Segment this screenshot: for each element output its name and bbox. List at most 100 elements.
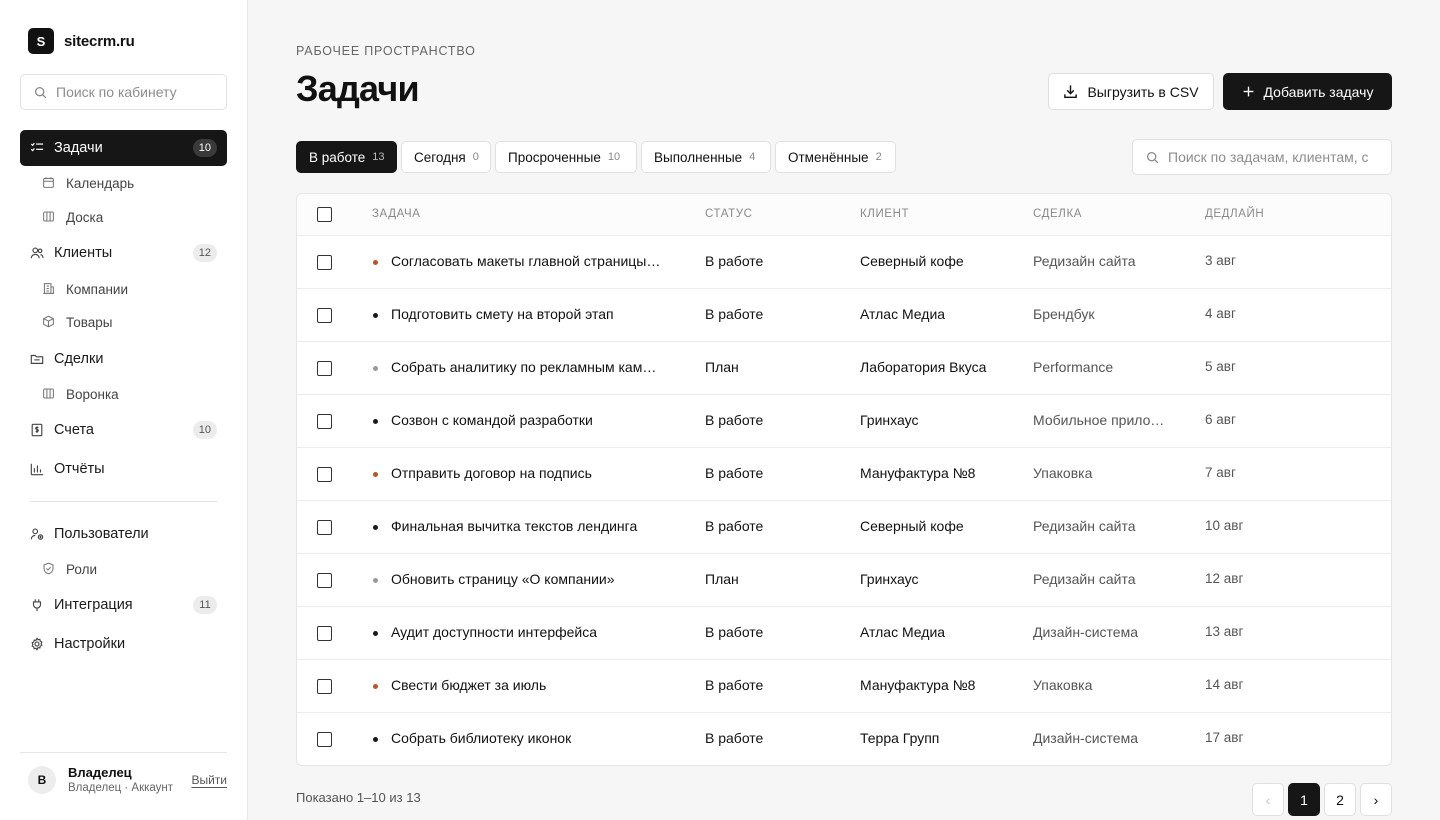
tab-completed[interactable]: Выполненные 4 bbox=[641, 141, 771, 173]
row-checkbox[interactable] bbox=[317, 255, 332, 270]
tab-today[interactable]: Сегодня 0 bbox=[401, 141, 491, 173]
sidebar-item-companies[interactable]: Компании bbox=[20, 274, 227, 304]
sidebar-item-clients[interactable]: Клиенты 12 bbox=[20, 235, 227, 271]
row-checkbox[interactable] bbox=[317, 679, 332, 694]
sidebar-search-input[interactable] bbox=[56, 84, 206, 100]
task-search-input[interactable] bbox=[1168, 149, 1368, 165]
row-checkbox[interactable] bbox=[317, 520, 332, 535]
page-button-2[interactable]: 2 bbox=[1324, 783, 1356, 816]
task-deal[interactable]: Упаковка bbox=[1033, 677, 1165, 693]
sidebar-item-label: Отчёты bbox=[54, 461, 105, 477]
row-checkbox[interactable] bbox=[317, 626, 332, 641]
task-deal[interactable]: Мобильное приложение bbox=[1033, 412, 1165, 428]
sidebar-item-products[interactable]: Товары bbox=[20, 307, 227, 337]
priority-dot bbox=[373, 366, 378, 371]
row-checkbox[interactable] bbox=[317, 732, 332, 747]
sidebar-item-board[interactable]: Доска bbox=[20, 202, 227, 232]
select-all-checkbox[interactable] bbox=[317, 207, 332, 222]
table-row[interactable]: Финальная вычитка текстов лендинга В рабо… bbox=[297, 501, 1391, 554]
table-row[interactable]: Собрать библиотеку иконок В работе Терра Г… bbox=[297, 713, 1391, 765]
task-title[interactable]: Отправить договор на подпись bbox=[391, 465, 661, 481]
task-client[interactable]: Мануфактура №8 bbox=[860, 465, 990, 481]
sidebar-item-funnel[interactable]: Воронка bbox=[20, 379, 227, 409]
next-page-button[interactable]: › bbox=[1360, 783, 1392, 816]
row-checkbox[interactable] bbox=[317, 467, 332, 482]
bar-chart-icon bbox=[30, 462, 44, 476]
sidebar-item-invoices[interactable]: Счета 10 bbox=[20, 412, 227, 448]
task-client[interactable]: Атлас Медиа bbox=[860, 624, 990, 640]
page-title: Задачи bbox=[296, 68, 420, 109]
task-deal[interactable]: Performance bbox=[1033, 359, 1165, 375]
task-title[interactable]: Свести бюджет за июль bbox=[391, 677, 661, 693]
task-deal[interactable]: Редизайн сайта bbox=[1033, 253, 1165, 269]
task-title[interactable]: Подготовить смету на второй этап bbox=[391, 306, 661, 322]
sidebar-item-deals[interactable]: Сделки bbox=[20, 341, 227, 377]
sidebar-item-label: Настройки bbox=[54, 636, 126, 652]
task-client[interactable]: Северный кофе bbox=[860, 518, 990, 534]
task-deal[interactable]: Упаковка bbox=[1033, 465, 1165, 481]
tab-cancelled[interactable]: Отменённые 2 bbox=[775, 141, 896, 173]
row-checkbox[interactable] bbox=[317, 308, 332, 323]
user-account: В Владелец Владелец · Аккаунт Выйти bbox=[20, 752, 227, 802]
task-deal[interactable]: Редизайн сайта bbox=[1033, 571, 1165, 587]
avatar[interactable]: В bbox=[28, 765, 56, 794]
task-deadline: 3 авг bbox=[1205, 253, 1236, 268]
column-header-deal[interactable]: СДЕЛКА bbox=[1033, 208, 1082, 220]
task-client[interactable]: Атлас Медиа bbox=[860, 306, 990, 322]
task-deal[interactable]: Брендбук bbox=[1033, 306, 1165, 322]
task-client[interactable]: Гринхаус bbox=[860, 571, 990, 587]
sidebar-item-users[interactable]: Пользователи bbox=[20, 516, 227, 552]
task-deadline: 12 авг bbox=[1205, 571, 1244, 586]
table-row[interactable]: Согласовать макеты главной страницы сайт… bbox=[297, 236, 1391, 289]
brand[interactable]: S sitecrm.ru bbox=[28, 28, 135, 54]
logout-link[interactable]: Выйти bbox=[191, 773, 227, 787]
task-client[interactable]: Терра Групп bbox=[860, 730, 990, 746]
table-header: ЗАДАЧА СТАТУС КЛИЕНТ СДЕЛКА ДЕДЛАЙН bbox=[297, 194, 1391, 236]
task-deal[interactable]: Редизайн сайта bbox=[1033, 518, 1165, 534]
task-client[interactable]: Гринхаус bbox=[860, 412, 990, 428]
prev-page-button[interactable]: ‹ bbox=[1252, 783, 1284, 816]
tab-in-progress[interactable]: В работе 13 bbox=[296, 141, 397, 173]
table-row[interactable]: Обновить страницу «О компании» План Гринха… bbox=[297, 554, 1391, 607]
column-header-task[interactable]: ЗАДАЧА bbox=[372, 208, 421, 220]
task-title[interactable]: Созвон с командой разработки bbox=[391, 412, 661, 428]
table-row[interactable]: Созвон с командой разработки В работе Грин… bbox=[297, 395, 1391, 448]
column-header-deadline[interactable]: ДЕДЛАЙН bbox=[1205, 208, 1264, 220]
column-header-client[interactable]: КЛИЕНТ bbox=[860, 208, 909, 220]
page-button-1[interactable]: 1 bbox=[1288, 783, 1320, 816]
add-task-button[interactable]: Добавить задачу bbox=[1223, 73, 1392, 110]
export-csv-label: Выгрузить в CSV bbox=[1087, 83, 1199, 100]
table-row[interactable]: Аудит доступности интерфейса В работе Атла… bbox=[297, 607, 1391, 660]
tab-label: Отменённые bbox=[788, 149, 869, 165]
task-title[interactable]: Собрать аналитику по рекламным кампаниям bbox=[391, 359, 661, 375]
sidebar-item-label: Роли bbox=[66, 561, 98, 577]
tab-overdue[interactable]: Просроченные 10 bbox=[495, 141, 637, 173]
task-client[interactable]: Лаборатория Вкуса bbox=[860, 359, 990, 375]
sidebar-item-integration[interactable]: Интеграция 11 bbox=[20, 587, 227, 623]
table-row[interactable]: Подготовить смету на второй этап В работе… bbox=[297, 289, 1391, 342]
task-title[interactable]: Финальная вычитка текстов лендинга bbox=[391, 518, 661, 534]
table-row[interactable]: Собрать аналитику по рекламным кампаниям… bbox=[297, 342, 1391, 395]
task-title[interactable]: Аудит доступности интерфейса bbox=[391, 624, 661, 640]
export-csv-button[interactable]: Выгрузить в CSV bbox=[1048, 73, 1214, 110]
priority-dot bbox=[373, 472, 378, 477]
table-row[interactable]: Свести бюджет за июль В работе Мануфактура… bbox=[297, 660, 1391, 713]
task-deal[interactable]: Дизайн-система bbox=[1033, 624, 1165, 640]
row-checkbox[interactable] bbox=[317, 414, 332, 429]
task-client[interactable]: Северный кофе bbox=[860, 253, 990, 269]
task-client[interactable]: Мануфактура №8 bbox=[860, 677, 990, 693]
sidebar-item-settings[interactable]: Настройки bbox=[20, 626, 227, 662]
sidebar-item-reports[interactable]: Отчёты bbox=[20, 451, 227, 487]
funnel-board-icon bbox=[42, 387, 56, 401]
column-header-status[interactable]: СТАТУС bbox=[705, 208, 753, 220]
table-row[interactable]: Отправить договор на подпись В работе Ману… bbox=[297, 448, 1391, 501]
row-checkbox[interactable] bbox=[317, 361, 332, 376]
sidebar-item-tasks[interactable]: Задачи 10 bbox=[20, 130, 227, 166]
row-checkbox[interactable] bbox=[317, 573, 332, 588]
task-title[interactable]: Согласовать макеты главной страницы сайт… bbox=[391, 253, 661, 269]
task-title[interactable]: Обновить страницу «О компании» bbox=[391, 571, 661, 587]
task-title[interactable]: Собрать библиотеку иконок bbox=[391, 730, 661, 746]
sidebar-item-calendar[interactable]: Календарь bbox=[20, 168, 227, 198]
sidebar-item-roles[interactable]: Роли bbox=[20, 554, 227, 584]
task-deal[interactable]: Дизайн-система bbox=[1033, 730, 1165, 746]
